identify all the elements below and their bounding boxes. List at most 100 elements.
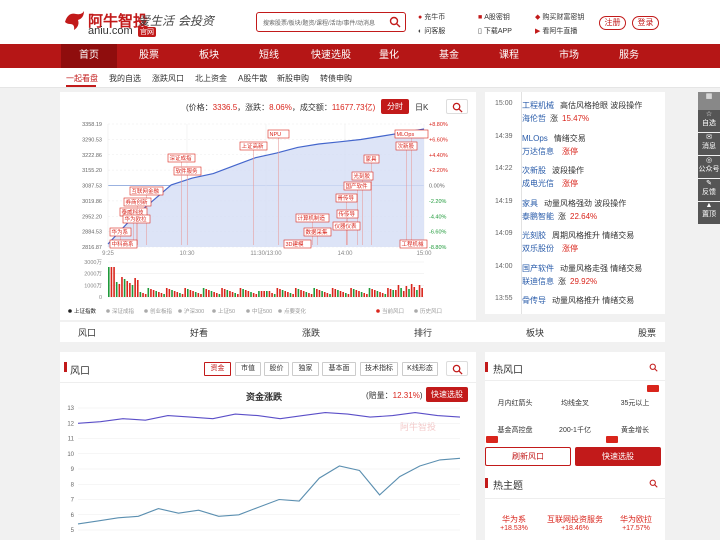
refresh-fengkou-button[interactable]: 刷新风口 <box>485 447 571 466</box>
event-label[interactable]: 传传导 <box>339 210 356 218</box>
stock-name[interactable]: 万达信息 <box>522 147 554 156</box>
stock-name[interactable]: 联迪信息 <box>522 277 554 286</box>
search-box[interactable]: 搜索股票/板块/题资/课程/活动/事件/动消息 <box>256 12 406 32</box>
fengkou-name[interactable]: MLOps <box>522 134 548 143</box>
event-label[interactable]: 光刻胶 <box>354 172 371 180</box>
stock-name[interactable]: 海伦哲 <box>522 114 546 123</box>
legend-label[interactable]: 深证成指 <box>112 307 135 315</box>
nav-item-courses[interactable]: 课程 <box>481 44 537 68</box>
login-button[interactable]: 登录 <box>632 16 659 30</box>
nav-item-service[interactable]: 服务 <box>601 44 657 68</box>
legend-label[interactable]: 当前风口 <box>382 307 404 315</box>
theme-item[interactable]: 华为系 +18.53% <box>485 514 543 532</box>
side-feedback[interactable]: ✎ 反馈 <box>698 179 720 201</box>
side-favorites[interactable]: ☆ 自选 <box>698 110 720 132</box>
event-label[interactable]: 中科商系 <box>112 240 135 248</box>
tab-haokan[interactable]: 好看 <box>190 326 208 339</box>
nav-item-shortline[interactable]: 短线 <box>241 44 297 68</box>
legend-label[interactable]: 点要变化 <box>284 307 307 315</box>
header-link-live[interactable]: ▶ 看阿牛直播 <box>535 26 577 36</box>
nav-item-funds[interactable]: 基金 <box>421 44 477 68</box>
side-top[interactable]: ▲ 置顶 <box>698 202 720 224</box>
logo[interactable]: 阿牛智投 爱生活 会投资 aniu.com 官网 <box>62 8 232 38</box>
event-label[interactable]: 华为欧拉 <box>125 215 148 223</box>
nav-item-home[interactable]: 首页 <box>61 44 117 68</box>
nav-item-quant[interactable]: 量化 <box>361 44 417 68</box>
nav-item-sectors[interactable]: 板块 <box>181 44 237 68</box>
subnav-item-watch[interactable]: 一起看盘 <box>66 73 98 84</box>
legend-label[interactable]: 中证500 <box>252 307 272 315</box>
fengkou-name[interactable]: 次新股 <box>522 166 546 175</box>
timeline-item[interactable]: 14:22 次新股 波段操作 成电光信 涨停 <box>487 165 665 195</box>
register-button[interactable]: 注册 <box>599 16 626 30</box>
minute-chart[interactable]: 9:25 10:30 11:30/13:00 14:00 15:00 3358.19 329… <box>60 92 476 320</box>
legend-label[interactable]: 创业板指 <box>150 307 173 315</box>
side-top-item[interactable]: ▦ <box>698 92 720 110</box>
subnav-item-favorites[interactable]: 我的自选 <box>109 73 141 84</box>
hot-fengkou-item[interactable]: 均线金叉 <box>546 394 604 414</box>
timeline-item[interactable]: 14:19 家具 动量风格强劲 波段操作 泰鹏智能涨 22.64% <box>487 198 665 228</box>
header-link-buy[interactable]: ◆ 购买财富密钥 <box>535 12 584 22</box>
timeline-item[interactable]: 15:00 工程机械 高估风格抢眼 波段操作 海伦哲涨 15.47% <box>487 100 665 130</box>
timeline-item[interactable]: 14:00 国产软件 动量风格走强 情绪交易 联迪信息涨 29.92% <box>487 263 665 293</box>
tab-zhangdie[interactable]: 涨跌 <box>302 326 320 339</box>
filter-tab[interactable]: 股价 <box>264 362 289 376</box>
event-label[interactable]: 数据采集 <box>306 228 329 236</box>
search-icon[interactable] <box>389 16 401 28</box>
event-label[interactable]: MLOps <box>397 132 415 138</box>
timeline-item[interactable]: 14:09 光刻胶 周期风格推升 情绪交易 双乐股份 涨停 <box>487 230 665 260</box>
header-link-app[interactable]: ▯ 下载APP <box>478 26 512 36</box>
theme-item[interactable]: 互联网投资服务 +18.46% <box>543 514 607 532</box>
filter-tab[interactable]: 技术指标 <box>360 362 398 376</box>
tab-sector[interactable]: 板块 <box>526 326 544 339</box>
legend-label[interactable]: 上证指数 <box>74 307 97 315</box>
nav-item-stocks[interactable]: 股票 <box>121 44 177 68</box>
event-label[interactable]: 次新股 <box>398 142 415 150</box>
stock-name[interactable]: 双乐股份 <box>522 244 554 253</box>
header-link-coin[interactable]: ● 充牛币 <box>418 12 445 22</box>
search-icon[interactable] <box>649 479 658 488</box>
theme-item[interactable]: 华为欧拉 +17.57% <box>607 514 665 532</box>
fengkou-name[interactable]: 骨传导 <box>522 296 546 305</box>
event-label[interactable]: 仪器仪表 <box>335 222 358 230</box>
tab-fengkou[interactable]: 风口 <box>78 326 96 339</box>
event-label[interactable]: 深证成指 <box>170 154 193 162</box>
event-label[interactable]: 工程机械 <box>402 240 425 248</box>
header-link-service[interactable]: ◐ 问客服 <box>418 26 445 36</box>
stock-name[interactable]: 成电光信 <box>522 179 554 188</box>
event-label[interactable]: 互联网金融 <box>132 187 160 195</box>
event-label[interactable]: NPU <box>270 132 282 138</box>
tab-ranking[interactable]: 排行 <box>414 326 432 339</box>
side-messages[interactable]: ✉ 消息 <box>698 133 720 155</box>
quick-select-button-2[interactable]: 快速选股 <box>575 447 661 466</box>
timeline-item[interactable]: 14:39 MLOps 情绪交易 万达信息 涨停 <box>487 133 665 163</box>
legend-label[interactable]: 沪深300 <box>184 307 204 315</box>
fengkou-name[interactable]: 光刻胶 <box>522 231 546 240</box>
tab-stock[interactable]: 股票 <box>638 326 656 339</box>
nav-item-quick-select[interactable]: 快速选股 <box>301 44 361 68</box>
subnav-item-ipo[interactable]: 新股申购 <box>277 73 309 84</box>
subnav-item-bond[interactable]: 转债申购 <box>320 73 352 84</box>
search-input[interactable]: 搜索股票/板块/题资/课程/活动/事件/动消息 <box>263 18 375 27</box>
side-wechat[interactable]: ◎ 公众号 <box>698 156 720 178</box>
legend-label[interactable]: 历史风口 <box>420 307 442 315</box>
stock-name[interactable]: 泰鹏智能 <box>522 212 554 221</box>
header-link-key[interactable]: ■ A股密钥 <box>478 12 510 22</box>
nav-item-market[interactable]: 市场 <box>541 44 597 68</box>
event-label[interactable]: 国产软件 <box>346 182 369 190</box>
subnav-item-fengkou[interactable]: 涨跌风口 <box>152 73 184 84</box>
event-label[interactable]: 计算机制造 <box>298 214 326 222</box>
event-label[interactable]: 3D建模 <box>286 240 305 248</box>
subnav-item-bull[interactable]: A股牛散 <box>238 73 267 84</box>
hot-fengkou-item[interactable]: 35元以上 <box>606 394 664 414</box>
fengkou-name[interactable]: 国产软件 <box>522 264 554 273</box>
filter-tab[interactable]: 基本面 <box>322 362 356 376</box>
timeline-item[interactable]: 13:55 骨传导 动量风格推升 情绪交易 <box>487 295 665 325</box>
event-label[interactable]: 家具 <box>366 155 378 163</box>
hot-fengkou-item[interactable]: 月内红箭头 <box>486 394 544 414</box>
event-label[interactable]: 上证高新 <box>242 142 265 150</box>
fund-chart[interactable]: 13 12 11 10 9 8 7 6 5 <box>60 352 476 540</box>
subnav-item-northbound[interactable]: 北上资金 <box>195 73 227 84</box>
event-label[interactable]: 华为系 <box>112 228 129 236</box>
search-icon[interactable] <box>649 363 658 372</box>
